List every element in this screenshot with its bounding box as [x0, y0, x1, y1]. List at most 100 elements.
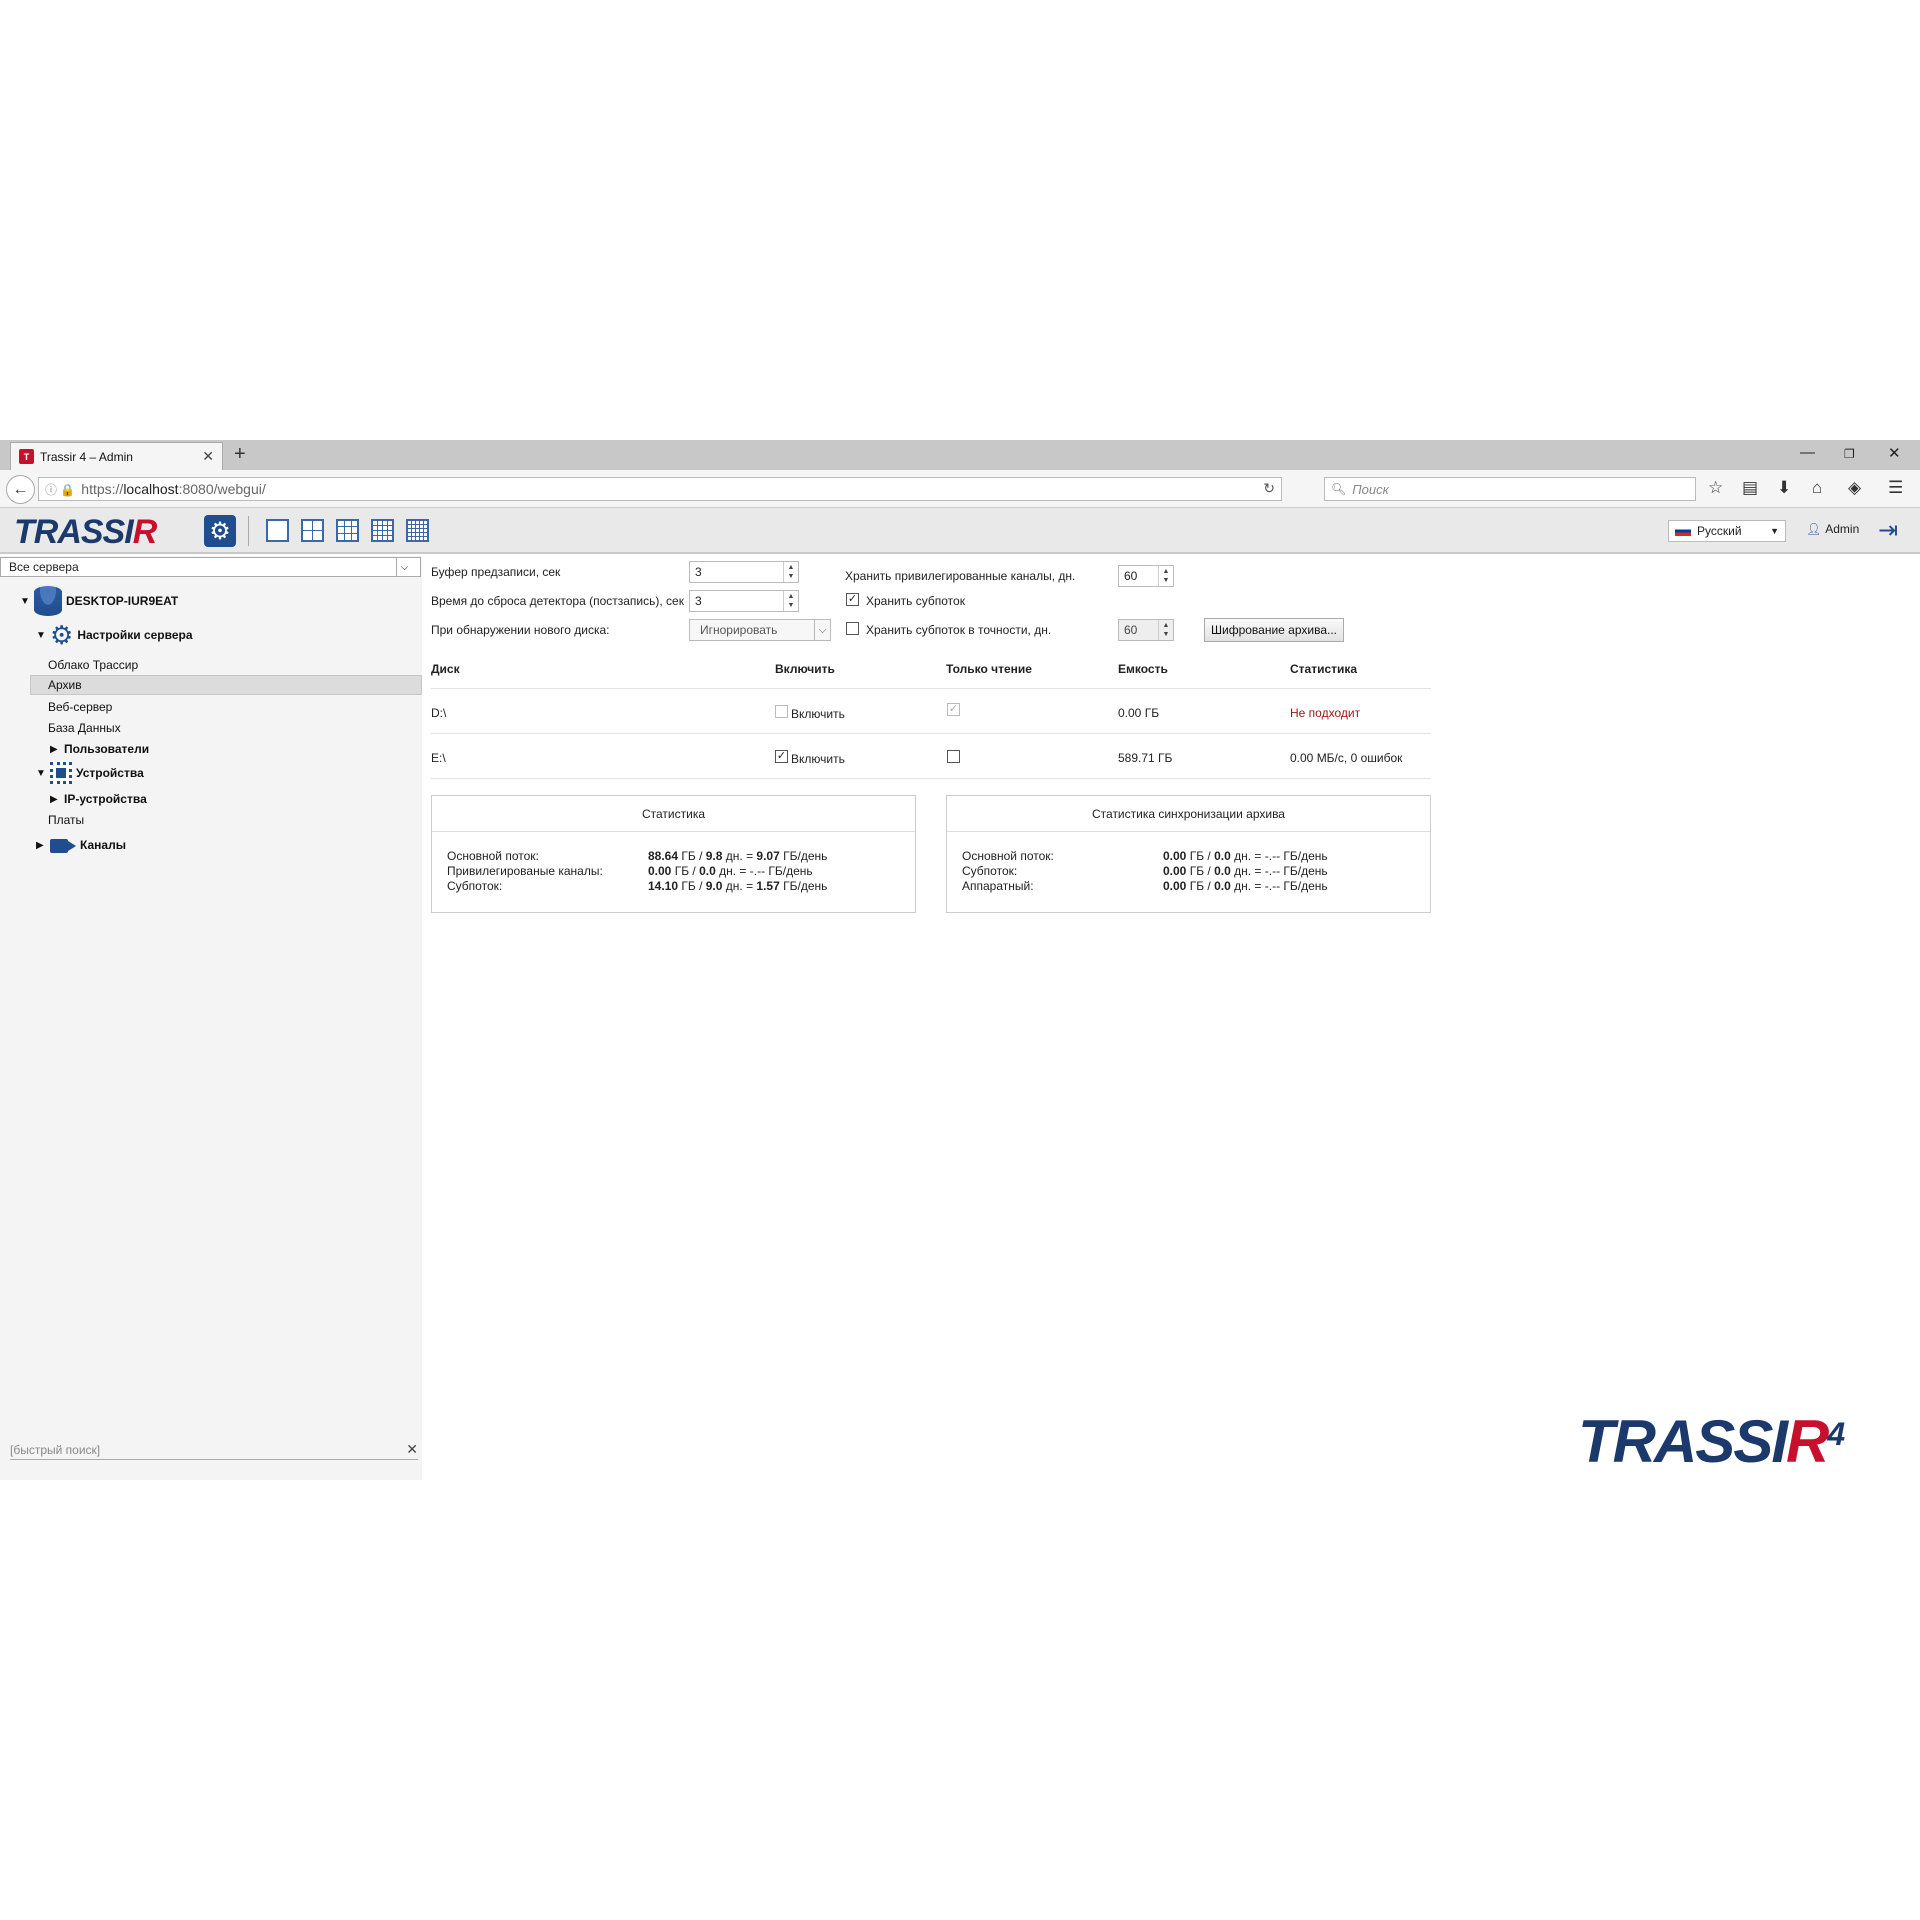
disk-name: D:\ — [431, 706, 447, 720]
layout-2x2-icon[interactable] — [301, 519, 324, 542]
window-close-icon[interactable]: ✕ — [1888, 444, 1901, 462]
sidebar-item-cloud[interactable]: Облако Трассир — [48, 658, 138, 672]
tree-server-settings[interactable]: ▼ ⚙ Настройки сервера — [36, 622, 193, 648]
spinner-arrows-icon[interactable]: ▲ ▼ — [1158, 620, 1173, 640]
back-arrow-icon[interactable]: ← — [6, 475, 35, 504]
spinner-arrows-icon[interactable]: ▲ ▼ — [1158, 566, 1173, 586]
settings-gear-icon[interactable]: ⚙ — [204, 515, 236, 547]
tree-label: Каналы — [80, 838, 126, 852]
layout-5x5-icon[interactable] — [406, 519, 429, 542]
restore-icon[interactable]: ❐ — [1844, 447, 1855, 461]
disk-readonly-checkbox[interactable] — [947, 750, 960, 763]
clear-icon[interactable]: ✕ — [406, 1441, 418, 1458]
server-select[interactable]: Все сервера ⌵ — [0, 557, 421, 577]
disk-capacity: 589.71 ГБ — [1118, 751, 1173, 765]
substream-days-stepper[interactable]: 60 ▲ ▼ — [1118, 619, 1174, 641]
chevron-down-icon: ⌵ — [396, 558, 412, 576]
stat-label: Основной поток: — [447, 849, 539, 863]
col-header-stats: Статистика — [1290, 662, 1358, 676]
col-header-readonly: Только чтение — [946, 662, 1032, 676]
expand-arrow-icon[interactable]: ▶ — [36, 840, 46, 851]
prerecord-label: Буфер предзаписи, сек — [431, 565, 561, 579]
home-icon[interactable]: ⌂ — [1812, 478, 1822, 498]
disk-enable-label: Включить — [791, 707, 845, 721]
stat-label: Субпоток: — [447, 879, 503, 893]
stat-label: Привилегированые каналы: — [447, 864, 603, 878]
sidebar-item-archive[interactable]: Архив — [30, 675, 422, 695]
disk-enable-label: Включить — [791, 752, 845, 766]
minimize-icon[interactable]: — — [1800, 444, 1815, 461]
spinner-arrows-icon[interactable]: ▲ ▼ — [783, 591, 798, 611]
bookmark-star-icon[interactable]: ☆ — [1708, 478, 1723, 498]
encrypt-archive-button[interactable]: Шифрование архива... — [1204, 618, 1345, 642]
expand-arrow-icon[interactable]: ▶ — [50, 744, 60, 755]
priv-channels-label: Хранить привилегированные каналы, дн. — [845, 569, 1076, 583]
disk-enable-checkbox[interactable]: ✓ — [775, 750, 788, 763]
archive-stats-panel: Статистика Основной поток: 88.64 ГБ / 9.… — [431, 795, 916, 913]
quick-search-placeholder: [быстрый поиск] — [10, 1442, 101, 1457]
disk-readonly-checkbox: ✓ — [947, 703, 960, 716]
address-bar[interactable]: ⓘ 🔒 https://localhost:8080/webgui/ ↻ — [38, 477, 1282, 501]
browser-tab[interactable]: T Trassir 4 – Admin ✕ — [10, 442, 223, 470]
download-icon[interactable]: ⬇ — [1777, 478, 1791, 498]
stat-label: Аппаратный: — [962, 879, 1034, 893]
spinner-arrows-icon[interactable]: ▲ ▼ — [783, 562, 798, 582]
prerecord-stepper[interactable]: 3 ▲ ▼ — [689, 561, 799, 583]
col-header-disk: Диск — [431, 662, 460, 676]
close-tab-icon[interactable]: ✕ — [202, 448, 214, 465]
info-lock-icon[interactable]: ⓘ 🔒 — [45, 481, 75, 498]
language-select[interactable]: Русский ▼ — [1668, 520, 1786, 542]
sidebar-item-webserver[interactable]: Веб-сервер — [48, 700, 112, 714]
sidebar-item-boards[interactable]: Платы — [48, 813, 84, 827]
user-menu[interactable]: 👤︎ Admin — [1806, 522, 1859, 536]
tree-label: Платы — [48, 813, 85, 827]
collapse-arrow-icon[interactable]: ▼ — [36, 768, 46, 779]
expand-arrow-icon[interactable]: ▶ — [50, 794, 60, 805]
layout-1x1-icon[interactable] — [266, 519, 289, 542]
layout-4x4-icon[interactable] — [371, 519, 394, 542]
quick-search-input[interactable]: [быстрый поиск] ✕ — [10, 1440, 418, 1460]
tree-devices[interactable]: ▼ Устройства — [36, 762, 144, 784]
tree-channels[interactable]: ▶ Каналы — [36, 836, 126, 854]
collapse-arrow-icon[interactable]: ▼ — [20, 596, 30, 607]
tree-label: Устройства — [76, 766, 144, 780]
logout-icon[interactable]: ⇥ — [1878, 516, 1904, 544]
disk-status: 0.00 МБ/с, 0 ошибок — [1290, 751, 1403, 765]
stat-value: 0.00 ГБ / 0.0 дн. = -.-- ГБ/день — [648, 864, 813, 878]
language-value: Русский — [1697, 524, 1742, 538]
server-name: DESKTOP-IUR9EAT — [66, 594, 179, 608]
stat-value: 88.64 ГБ / 9.8 дн. = 9.07 ГБ/день — [648, 849, 828, 863]
collapse-arrow-icon[interactable]: ▼ — [36, 630, 46, 641]
disk-status: Не подходит — [1290, 706, 1361, 720]
priv-channels-stepper[interactable]: 60 ▲ ▼ — [1118, 565, 1174, 587]
hamburger-menu-icon[interactable]: ☰ — [1888, 478, 1903, 498]
url-text: https://localhost:8080/webgui/ — [81, 481, 266, 497]
layout-3x3-icon[interactable] — [336, 519, 359, 542]
tree-server[interactable]: ▼ DESKTOP-IUR9EAT — [20, 586, 178, 616]
tree-ip-devices[interactable]: ▶ IP-устройства — [50, 792, 147, 806]
disk-enable-checkbox[interactable] — [775, 705, 788, 718]
substream-label: Хранить субпоток — [866, 594, 965, 608]
substream-checkbox[interactable]: ✓ — [846, 593, 859, 606]
postrecord-label: Время до сброса детектора (постзапись), … — [431, 594, 684, 608]
newdisk-label: При обнаружении нового диска: — [431, 623, 610, 637]
reading-list-icon[interactable]: ▤ — [1742, 478, 1758, 498]
russia-flag-icon — [1675, 526, 1691, 536]
reload-icon[interactable]: ↻ — [1263, 480, 1275, 497]
tree-label: Настройки сервера — [77, 628, 193, 642]
newdisk-select[interactable]: Игнорировать ⌵ — [689, 619, 831, 641]
search-placeholder: Поиск — [1352, 481, 1389, 497]
postrecord-value: 3 — [695, 594, 702, 608]
camera-icon — [50, 836, 76, 854]
substream-days-checkbox[interactable] — [846, 622, 859, 635]
sidebar-item-database[interactable]: База Данных — [48, 721, 121, 735]
disk-capacity: 0.00 ГБ — [1118, 706, 1160, 720]
new-tab-icon[interactable]: + — [234, 443, 246, 466]
pocket-icon[interactable]: ◈ — [1848, 478, 1861, 498]
toolbar-divider — [248, 516, 249, 546]
tree-users[interactable]: ▶ Пользователи — [50, 742, 149, 756]
tree-label: Пользователи — [64, 742, 150, 756]
postrecord-stepper[interactable]: 3 ▲ ▼ — [689, 590, 799, 612]
search-input[interactable]: 🔍︎ Поиск — [1324, 477, 1696, 501]
panel-title: Статистика синхронизации архива — [947, 796, 1430, 832]
